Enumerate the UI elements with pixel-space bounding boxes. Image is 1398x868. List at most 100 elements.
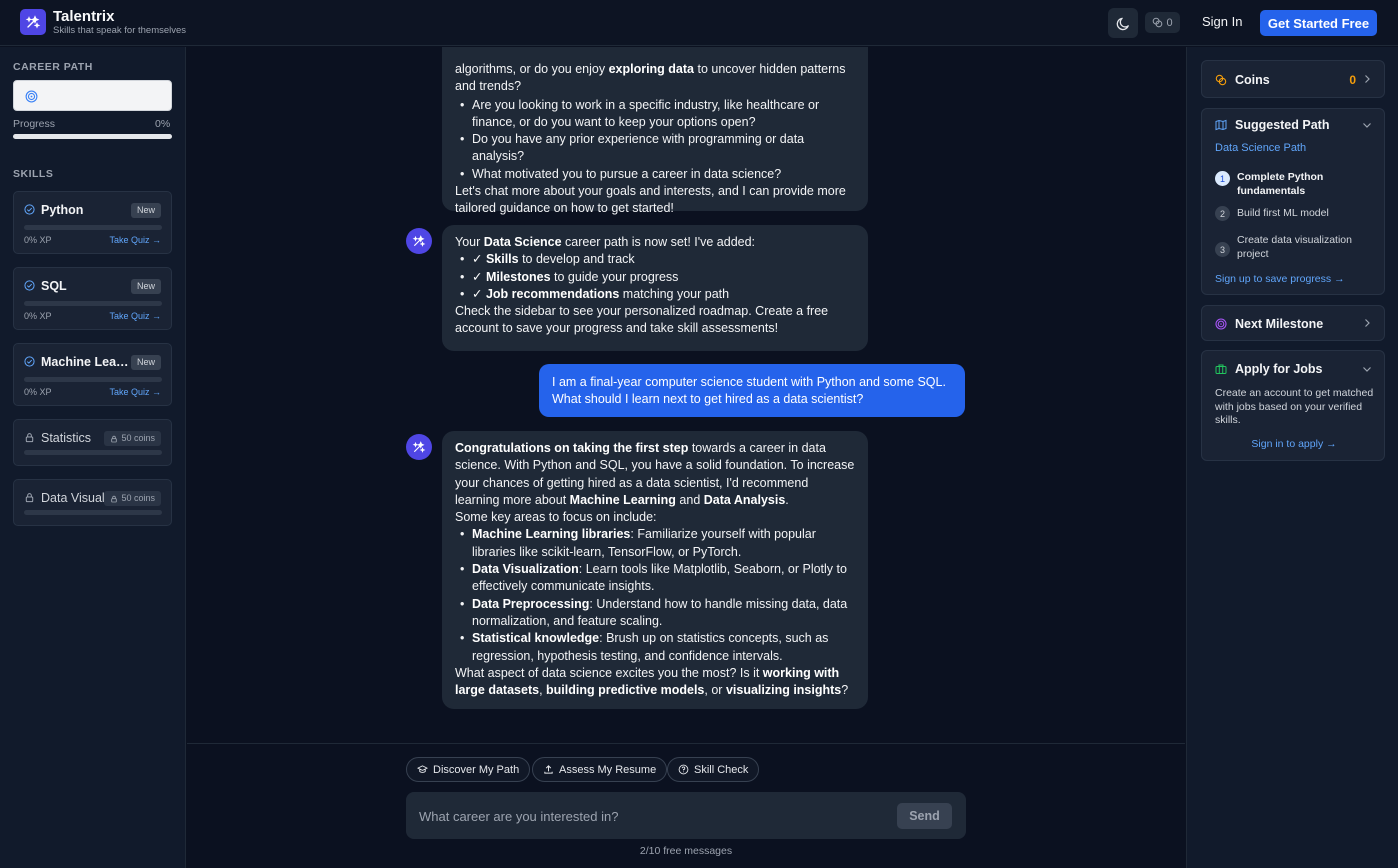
chat-area[interactable]: algorithms, or do you enjoy exploring da… [187,47,1185,743]
progress-bar [13,134,172,139]
get-started-button[interactable]: Get Started Free [1260,10,1377,36]
message-bold: Data Preprocessing [472,596,590,611]
chip-label: Skill Check [694,763,749,776]
step-text: Complete Python fundamentals [1237,171,1324,197]
skill-cost-badge: 50 coins [104,491,161,506]
message-text: to uncover hidden patterns [694,62,846,76]
message-text: , or [704,683,726,698]
skill-progress-bar [24,301,162,306]
take-quiz-link[interactable]: Take Quiz → [109,235,161,245]
coin-count: 0 [1166,16,1173,29]
next-milestone-panel[interactable]: Next Milestone [1201,305,1385,341]
message-text: Your [455,235,484,249]
chip-label: Assess My Resume [559,763,657,776]
skill-progress-bar [24,225,162,230]
progress-value: 0% [155,118,171,130]
coin-counter[interactable]: 0 [1145,12,1180,33]
discover-my-path-chip[interactable]: Discover My Path [406,757,531,782]
skill-name: SQL [41,279,67,293]
skill-card-python[interactable]: Python New 0% XP Take Quiz → [13,191,172,254]
skill-cost-badge: 50 coins [104,431,161,446]
take-quiz-link[interactable]: Take Quiz → [109,311,161,321]
sign-in-to-apply-link[interactable]: Sign in to apply → [1202,438,1386,450]
message-bullet: Data Visualization: Learn tools like Mat… [455,561,855,596]
message-bullet: Are you looking to work in a specific in… [455,97,855,132]
signup-save-progress-link[interactable]: Sign up to save progress → [1215,273,1345,285]
briefcase-icon [1215,364,1227,374]
skill-card-statistics-locked[interactable]: Statistics 50 coins [13,419,172,466]
suggested-path-panel: Suggested Path Data Science Path 1 Compl… [1201,108,1385,295]
logo-icon[interactable] [20,9,46,35]
chevron-down-icon[interactable] [1362,364,1372,374]
suggested-path-label[interactable]: Suggested Path [1235,118,1329,132]
message-bullet: What motivated you to pursue a career in… [455,166,855,184]
message-bold: Data Science [483,235,562,249]
lock-icon [25,493,34,503]
skill-check-chip[interactable]: Skill Check [667,757,760,782]
assess-my-resume-chip[interactable]: Assess My Resume [532,757,668,782]
apply-for-jobs-label[interactable]: Apply for Jobs [1235,362,1323,376]
message-text: . [785,492,789,507]
moon-icon [1116,17,1129,30]
message-bold: Machine Learning libraries [472,527,631,542]
skill-badge: New [130,203,161,218]
left-sidebar: CAREER PATH Progress 0% SKILLS Python Ne… [0,47,186,868]
message-bullet: Data Preprocessing: Understand how to ha… [455,596,855,631]
message-bold: building predictive models [546,683,705,698]
message-text: Let's chat more about your goals and int… [455,184,846,216]
skill-card-machine-learning[interactable]: Machine Learning New 0% XP Take Quiz → [13,343,172,406]
message-bullet: ✓ Skills to develop and track [455,251,855,269]
assistant-avatar [406,434,432,460]
target-icon [1215,318,1227,330]
take-quiz-link[interactable]: Take Quiz → [109,387,161,397]
skill-card-data-visualization-locked[interactable]: Data Visualization 50 coins [13,479,172,526]
send-button[interactable]: Send [897,803,952,829]
coins-panel[interactable]: Coins 0 [1201,60,1385,98]
assistant-message: algorithms, or do you enjoy exploring da… [442,47,868,215]
skill-card-sql[interactable]: SQL New 0% XP Take Quiz → [13,267,172,330]
skill-name: Python [41,203,84,217]
message-bullet: Statistical knowledge: Brush up on stati… [455,630,855,665]
progress-label: Progress [13,118,56,130]
message-text: algorithms, or do you enjoy [455,62,609,76]
brand-name[interactable]: Talentrix [53,8,114,25]
message-input[interactable] [419,806,879,826]
coins-value: 0 [1349,73,1356,87]
sparkle-icon [412,235,426,247]
message-bold: ✓ Skills [472,252,519,267]
path-name[interactable]: Data Science Path [1215,142,1306,154]
right-sidebar: Coins 0 Suggested Path Data Science Path… [1186,47,1398,868]
chevron-right-icon [1365,319,1370,327]
map-icon [1215,119,1227,131]
career-path-input[interactable] [13,80,172,111]
message-bold: Statistical knowledge [472,631,600,646]
message-bold: ✓ Job recommendations [472,286,620,301]
message-input-box: Send [406,792,966,839]
message-text: and trends? [455,79,522,94]
check-badge-icon [24,356,35,367]
message-text: career path is now set! I've added: [561,235,756,249]
step-number: 2 [1215,206,1230,221]
assistant-message: Congratulations on taking the first step… [442,431,868,709]
assistant-message: Your Data Science career path is now set… [442,225,868,351]
coins-icon [1215,74,1227,86]
theme-toggle-button[interactable] [1108,8,1138,38]
message-bullet: ✓ Milestones to guide your progress [455,269,855,287]
chevron-down-icon[interactable] [1362,120,1372,130]
message-text: ? [841,683,849,698]
message-text: to develop and track [518,252,635,267]
top-header: Talentrix Skills that speak for themselv… [0,0,1398,46]
assistant-avatar [406,228,432,254]
message-bold: exploring data [608,62,694,76]
skill-cost: 50 coins [121,493,155,503]
upload-icon [544,765,553,774]
coins-icon [1153,17,1163,28]
skill-progress-bar [24,377,162,382]
sign-in-button[interactable]: Sign In [1202,14,1242,29]
message-bullet: ✓ Job recommendations matching your path [455,286,855,304]
target-icon [25,90,38,103]
lock-icon [111,495,118,502]
skill-xp: 0% XP [24,235,52,245]
message-bold: Congratulations on taking the first step [455,441,689,455]
message-text: Some key areas to focus on include: [455,510,657,525]
